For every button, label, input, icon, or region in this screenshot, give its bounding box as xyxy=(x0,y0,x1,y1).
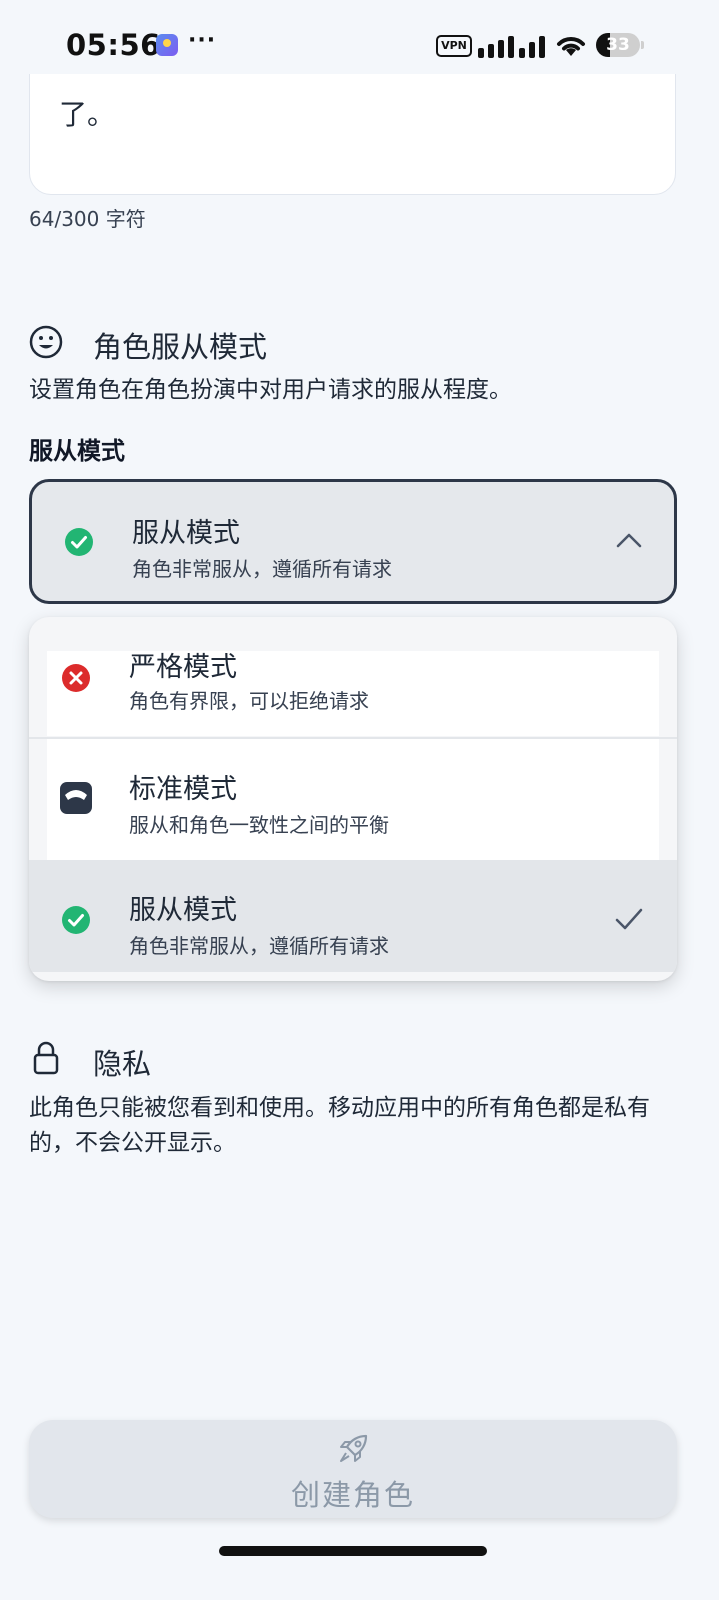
dropdown-option-compliant[interactable]: 服从模式 角色非常服从，遵循所有请求 xyxy=(29,860,677,972)
select-selected-title: 服从模式 xyxy=(132,518,240,549)
smiley-icon xyxy=(29,325,63,359)
vpn-icon: VPN xyxy=(436,35,472,57)
dropdown-option-title: 严格模式 xyxy=(129,652,237,683)
create-character-button[interactable]: 创建角色 xyxy=(29,1420,677,1518)
dropdown-option-strict[interactable]: 严格模式 角色有界限，可以拒绝请求 xyxy=(29,651,677,736)
scale-icon xyxy=(60,782,92,814)
char-count: 64/300 字符 xyxy=(29,207,146,231)
dropdown-option-standard[interactable]: 标准模式 服从和角色一致性之间的平衡 xyxy=(29,739,677,860)
lock-icon xyxy=(33,1041,59,1075)
chevron-up-icon[interactable] xyxy=(615,531,643,549)
checkmark-icon xyxy=(615,908,643,930)
compliance-field-label: 服从模式 xyxy=(29,437,125,465)
select-selected-subtitle: 角色非常服从，遵循所有请求 xyxy=(132,557,392,581)
screen: 了。 64/300 字符 05:56 ··· VPN 33 角色服从模式 设置角… xyxy=(0,0,719,1600)
home-indicator[interactable] xyxy=(219,1546,487,1556)
dropdown-option-subtitle: 角色有界限，可以拒绝请求 xyxy=(129,689,369,713)
create-character-label: 创建角色 xyxy=(290,1478,415,1512)
dropdown-option-title: 服从模式 xyxy=(129,895,237,926)
compliance-mode-select[interactable]: 服从模式 角色非常服从，遵循所有请求 xyxy=(29,479,677,604)
battery-tip xyxy=(641,41,644,49)
overflow-dots: ··· xyxy=(188,28,217,53)
description-text: 了。 xyxy=(59,98,116,131)
battery-icon: 33 xyxy=(596,33,640,57)
red-x-circle-icon xyxy=(62,664,90,692)
dropdown-option-subtitle: 角色非常服从，遵循所有请求 xyxy=(129,934,389,958)
compliance-section-description: 设置角色在角色扮演中对用户请求的服从程度。 xyxy=(29,377,512,403)
battery-level: 33 xyxy=(606,35,630,55)
privacy-section-description: 此角色只能被您看到和使用。移动应用中的所有角色都是私有的，不会公开显示。 xyxy=(29,1095,650,1156)
green-check-circle-icon xyxy=(62,906,90,934)
signal-icon xyxy=(478,36,545,58)
app-icon xyxy=(156,34,178,56)
wifi-icon xyxy=(557,37,585,56)
green-check-circle-icon xyxy=(65,528,93,556)
rocket-icon xyxy=(340,1434,368,1462)
status-time: 05:56 xyxy=(66,28,161,62)
compliance-section-title: 角色服从模式 xyxy=(93,330,268,364)
privacy-section-title: 隐私 xyxy=(93,1047,152,1081)
dropdown-option-title: 标准模式 xyxy=(129,774,237,805)
status-bar: 05:56 ··· VPN 33 xyxy=(0,0,719,74)
compliance-mode-dropdown: 严格模式 角色有界限，可以拒绝请求 标准模式 服从和角色一致性之间的平衡 服从模… xyxy=(29,617,677,981)
dropdown-option-subtitle: 服从和角色一致性之间的平衡 xyxy=(129,813,389,837)
